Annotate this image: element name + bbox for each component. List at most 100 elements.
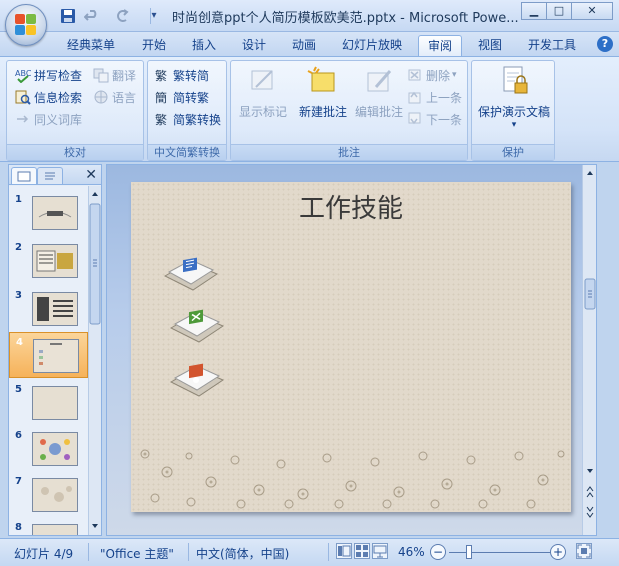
delete-comment-label: 删除	[426, 68, 451, 83]
slide-thumb-image	[32, 432, 78, 466]
tab-classic-menu[interactable]: 经典菜单	[62, 35, 120, 56]
next-comment-icon	[407, 111, 423, 127]
tab-insert[interactable]: 插入	[184, 35, 224, 56]
edit-comment-icon	[362, 65, 396, 97]
chinese-conversion-icon: 繁	[154, 111, 170, 127]
zoom-slider-thumb[interactable]	[466, 545, 472, 559]
group-protect-label: 保护	[472, 144, 554, 160]
research-button[interactable]: 信息检索	[15, 87, 82, 107]
zoom-slider-track[interactable]	[449, 552, 553, 553]
slide-title[interactable]: 工作技能	[131, 188, 571, 225]
slides-tab[interactable]	[11, 167, 37, 184]
outline-tab[interactable]	[37, 167, 63, 184]
simplified-to-traditional-button[interactable]: 簡 简转繁	[154, 87, 209, 107]
zoom-in-button[interactable]: +	[550, 544, 566, 560]
research-label: 信息检索	[34, 90, 83, 105]
slide-thumb-4[interactable]: 4	[9, 332, 88, 378]
slide-thumb-6[interactable]: 6	[9, 426, 88, 472]
tab-home[interactable]: 开始	[134, 35, 174, 56]
simplified-to-traditional-icon: 簡	[154, 89, 170, 105]
tab-review[interactable]: 审阅	[418, 35, 462, 56]
status-separator	[328, 543, 329, 561]
language-indicator[interactable]: 中文(简体，中国)	[196, 545, 289, 562]
simplified-to-traditional-label: 简转繁	[173, 90, 210, 105]
protect-document-icon	[497, 65, 531, 97]
previous-comment-label: 上一条	[426, 90, 463, 105]
slide-sorter-view-icon[interactable]	[354, 543, 370, 559]
slides-pane-tabs: ✕	[9, 165, 101, 185]
office-button[interactable]	[5, 4, 47, 46]
edit-comment-button[interactable]: 编辑批注	[351, 65, 407, 125]
save-icon[interactable]	[60, 8, 76, 24]
svg-text:ABC: ABC	[15, 69, 31, 78]
slide-thumb-image	[33, 339, 79, 373]
show-markup-button[interactable]: 显示标记	[235, 65, 291, 125]
spell-check-button[interactable]: ABC 拼写检查	[15, 65, 82, 85]
next-comment-button[interactable]: 下一条	[407, 109, 462, 129]
word-document-icon[interactable]	[161, 248, 219, 294]
zoom-out-button[interactable]: −	[430, 544, 446, 560]
delete-comment-button[interactable]: 删除 ▾	[407, 65, 457, 85]
thesaurus-button[interactable]: 同义词库	[15, 109, 82, 129]
slide-counter: 幻灯片 4/9	[14, 547, 74, 561]
tab-developer[interactable]: 开发工具	[522, 35, 582, 56]
new-comment-button[interactable]: 新建批注	[295, 65, 351, 125]
edit-comment-label: 编辑批注	[354, 105, 403, 119]
tab-slideshow[interactable]: 幻灯片放映	[336, 35, 408, 56]
slide-thumb-number: 8	[15, 522, 22, 533]
slide-thumb-image	[32, 292, 78, 326]
group-protect: 保护演示文稿 ▾ 保护	[471, 60, 555, 161]
minimize-button[interactable]: ▁	[521, 2, 547, 20]
slide-thumb-number: 3	[15, 290, 22, 301]
slideshow-view-icon[interactable]	[372, 543, 388, 559]
zoom-level[interactable]: 46%	[398, 545, 425, 559]
close-button[interactable]: ✕	[571, 2, 613, 20]
outline-tab-icon	[45, 172, 55, 180]
slide-thumb-8[interactable]: 8	[9, 518, 88, 535]
slide-thumb-2[interactable]: 2	[9, 238, 88, 284]
excel-document-icon[interactable]	[167, 300, 225, 346]
theme-name: "Office 主题"	[100, 547, 174, 561]
slide-scrollbar[interactable]	[582, 165, 596, 535]
powerpoint-document-icon[interactable]	[167, 354, 225, 400]
help-icon[interactable]: ?	[597, 36, 613, 52]
slide-thumb-number: 5	[15, 384, 22, 395]
redo-icon[interactable]	[114, 8, 130, 24]
slide-editing-area: 工作技能	[106, 164, 597, 536]
customize-icon[interactable]: ▾	[146, 8, 162, 24]
protect-presentation-button[interactable]: 保护演示文稿 ▾	[476, 65, 552, 130]
translate-button[interactable]: 翻译	[93, 65, 136, 85]
slide-thumbnail-list: 1 2 3 4 5 6 7 8	[9, 186, 88, 535]
slide-thumb-number: 1	[15, 194, 22, 205]
svg-text:簡: 簡	[155, 90, 167, 105]
slide-thumb-1[interactable]: 1	[9, 190, 88, 236]
delete-dropdown-icon: ▾	[452, 70, 457, 80]
fit-to-window-icon[interactable]	[576, 543, 592, 559]
traditional-to-simplified-button[interactable]: 繁 繁转简	[154, 65, 209, 85]
tab-animation[interactable]: 动画	[284, 35, 324, 56]
show-markup-label: 显示标记	[238, 105, 287, 119]
chinese-conversion-button[interactable]: 繁 简繁转换	[154, 109, 221, 129]
undo-icon[interactable]	[83, 8, 100, 24]
current-slide[interactable]: 工作技能	[131, 182, 571, 512]
slide-thumb-7[interactable]: 7	[9, 472, 88, 518]
slide-thumb-number: 2	[15, 242, 22, 253]
tab-design[interactable]: 设计	[234, 35, 274, 56]
slide-thumb-number: 4	[16, 337, 23, 348]
group-chinese-conversion-label: 中文简繁转换	[148, 144, 226, 160]
title-bar: ▾ 时尚创意ppt个人简历模板欧美范.pptx - Microsoft Powe…	[0, 0, 619, 46]
group-comments: 显示标记 新建批注 编辑批注 删除 ▾ 上一条 下一条 批注	[230, 60, 468, 161]
slide-thumb-number: 6	[15, 430, 22, 441]
slide-thumb-image	[32, 196, 78, 230]
slide-thumb-5[interactable]: 5	[9, 380, 88, 426]
previous-comment-button[interactable]: 上一条	[407, 87, 462, 107]
slide-thumb-3[interactable]: 3	[9, 286, 88, 332]
normal-view-icon[interactable]	[336, 543, 352, 559]
window-controls: ▁ □ ✕	[521, 2, 613, 22]
close-pane-icon[interactable]: ✕	[85, 167, 97, 183]
tab-view[interactable]: 视图	[470, 35, 510, 56]
language-button[interactable]: 语言	[93, 87, 136, 107]
slides-pane-scrollbar[interactable]	[88, 186, 101, 535]
status-bar: 幻灯片 4/9 "Office 主题" 中文(简体，中国) 46% − +	[0, 538, 619, 566]
maximize-button[interactable]: □	[546, 2, 572, 20]
